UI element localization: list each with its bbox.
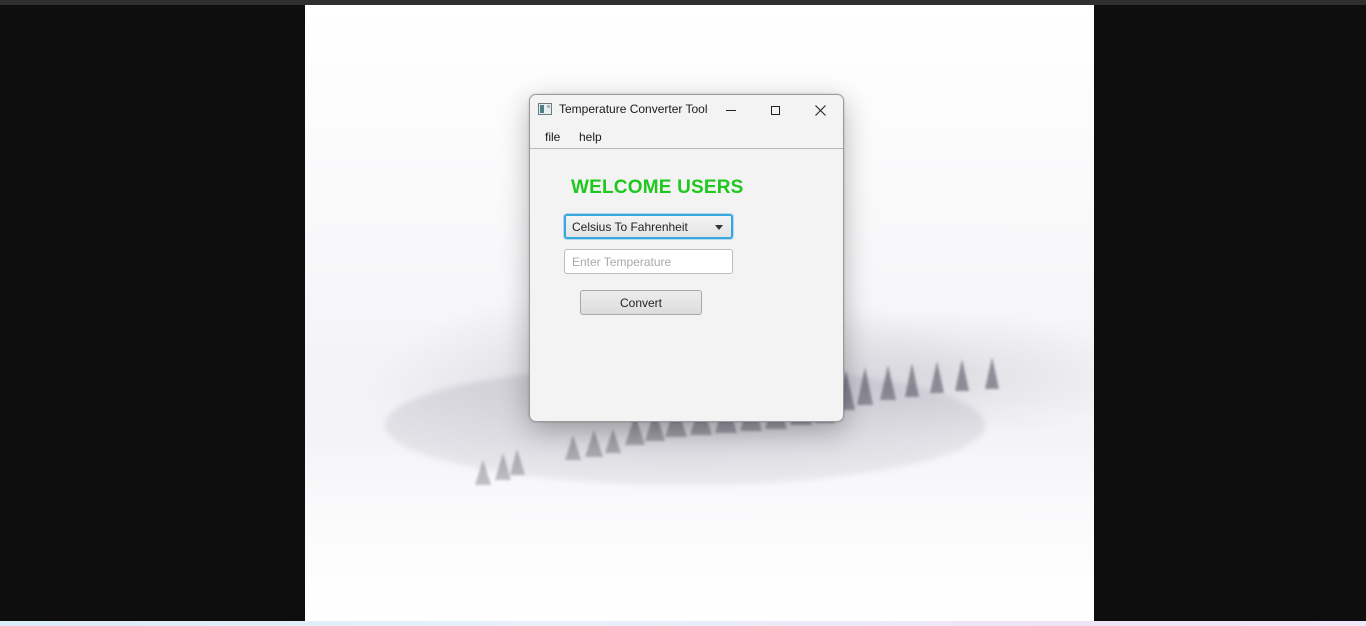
conversion-type-selected: Celsius To Fahrenheit [572,220,688,234]
maximize-icon [771,105,780,115]
temperature-input[interactable] [564,249,733,274]
title-bar[interactable]: Temperature Converter Tool [530,95,843,125]
app-window: Temperature Converter Tool file help WEL… [529,94,844,422]
close-icon [815,104,826,116]
minimize-button[interactable] [708,95,753,125]
conversion-type-dropdown[interactable]: Celsius To Fahrenheit [564,214,733,239]
welcome-heading: WELCOME USERS [571,177,744,198]
close-button[interactable] [798,95,843,125]
maximize-button[interactable] [753,95,798,125]
menu-help[interactable]: help [579,130,602,144]
menu-file[interactable]: file [545,130,560,144]
convert-button[interactable]: Convert [580,290,702,315]
minimize-icon [725,109,736,111]
menu-bar: file help [530,125,843,149]
taskbar-edge [0,621,1366,626]
app-window-icon [538,103,552,115]
window-title: Temperature Converter Tool [559,102,708,116]
chevron-down-icon [715,225,723,230]
